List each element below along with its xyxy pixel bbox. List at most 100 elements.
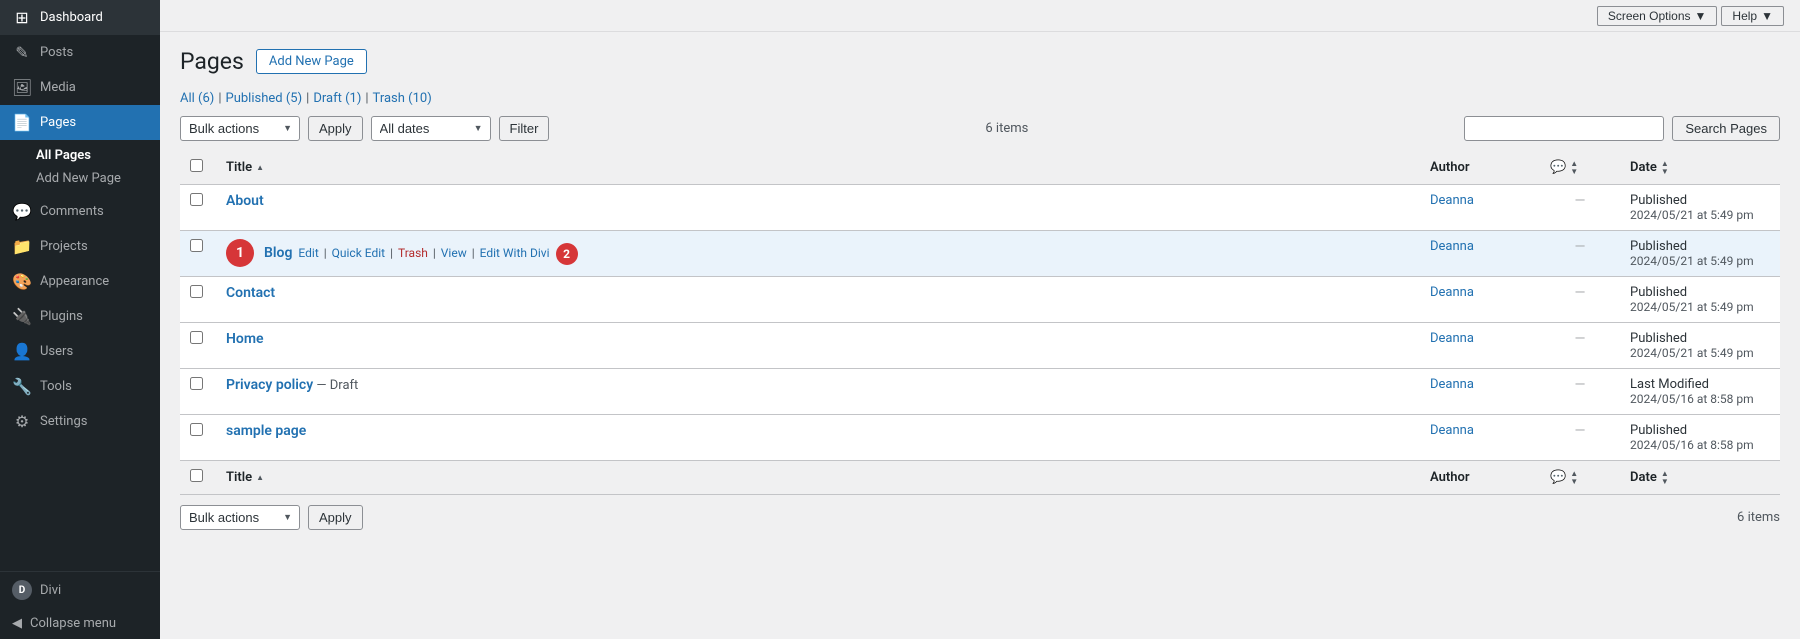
row-action-quick-edit[interactable]: Quick Edit <box>332 246 385 260</box>
row-checkbox-cell <box>180 231 216 277</box>
date-sort[interactable]: Date ▲▼ <box>1630 160 1669 176</box>
tools-icon: 🔧 <box>12 377 32 396</box>
comments-sort[interactable]: 💬 ▲▼ <box>1550 160 1578 176</box>
sidebar-item-projects[interactable]: 📁 Projects <box>0 229 160 264</box>
action-separator: | <box>430 246 439 260</box>
tf-comments[interactable]: 💬 ▲▼ <box>1540 461 1620 495</box>
sidebar-item-label: Dashboard <box>40 10 103 25</box>
row-checkbox[interactable] <box>190 193 203 206</box>
title-sort-footer[interactable]: Title ▲ <box>226 470 264 485</box>
row-author-cell: Deanna <box>1420 369 1540 415</box>
row-checkbox[interactable] <box>190 377 203 390</box>
screen-options-label: Screen Options <box>1608 9 1691 23</box>
comments-value: — <box>1575 239 1586 255</box>
all-dates-select[interactable]: All dates <box>371 116 491 141</box>
help-button[interactable]: Help ▼ <box>1721 6 1784 26</box>
page-title-link[interactable]: Blog <box>264 245 292 261</box>
row-checkbox[interactable] <box>190 423 203 436</box>
filter-button[interactable]: Filter <box>499 116 550 141</box>
th-title[interactable]: Title ▲ <box>216 151 1420 185</box>
sidebar-item-label: Pages <box>40 115 76 130</box>
sidebar-item-users[interactable]: 👤 Users <box>0 334 160 369</box>
pages-submenu: All Pages Add New Page <box>0 140 160 194</box>
filter-published[interactable]: Published (5) <box>226 91 303 106</box>
page-title-link[interactable]: sample page <box>226 423 306 439</box>
sidebar-item-label: Projects <box>40 239 88 254</box>
author-link[interactable]: Deanna <box>1430 193 1474 208</box>
bulk-actions-select[interactable]: Bulk actions <box>180 116 300 141</box>
filter-trash[interactable]: Trash (10) <box>373 91 432 106</box>
sidebar-item-tools[interactable]: 🔧 Tools <box>0 369 160 404</box>
appearance-icon: 🎨 <box>12 272 32 291</box>
collapse-menu-button[interactable]: ◀ Collapse menu <box>0 608 160 639</box>
apply-button-bottom[interactable]: Apply <box>308 505 363 530</box>
tf-date[interactable]: Date ▲▼ <box>1620 461 1780 495</box>
row-action-edit[interactable]: Edit <box>298 246 318 260</box>
row-action-view[interactable]: View <box>441 246 467 260</box>
row-comments-cell: — <box>1540 369 1620 415</box>
sidebar-item-label: Posts <box>40 45 73 60</box>
bottom-toolbar: Bulk actions Apply 6 items <box>180 505 1780 530</box>
th-date[interactable]: Date ▲▼ <box>1620 151 1780 185</box>
bulk-actions-select-bottom[interactable]: Bulk actions <box>180 505 300 530</box>
sidebar-item-settings[interactable]: ⚙ Settings <box>0 404 160 439</box>
divi-label: Divi <box>40 583 61 598</box>
screen-options-chevron-icon: ▼ <box>1695 9 1707 23</box>
sidebar-item-pages[interactable]: 📄 Pages <box>0 105 160 140</box>
filter-draft[interactable]: Draft (1) <box>313 91 361 106</box>
row-date-cell: Last Modified2024/05/16 at 8:58 pm <box>1620 369 1780 415</box>
apply-button-top[interactable]: Apply <box>308 116 363 141</box>
author-link[interactable]: Deanna <box>1430 423 1474 438</box>
sidebar-item-plugins[interactable]: 🔌 Plugins <box>0 299 160 334</box>
page-title-link[interactable]: About <box>226 193 264 209</box>
sidebar-item-media[interactable]: 🖼 Media <box>0 70 160 105</box>
sidebar-sub-all-pages[interactable]: All Pages <box>36 144 160 167</box>
row-action-edit-with-divi[interactable]: Edit With Divi <box>480 246 550 260</box>
title-sort[interactable]: Title ▲ <box>226 160 264 175</box>
page-title-link[interactable]: Privacy policy <box>226 377 313 393</box>
page-title-link[interactable]: Contact <box>226 285 275 301</box>
author-link[interactable]: Deanna <box>1430 377 1474 392</box>
date-sort-footer[interactable]: Date ▲▼ <box>1630 470 1669 486</box>
author-link[interactable]: Deanna <box>1430 331 1474 346</box>
page-title-link[interactable]: Home <box>226 331 264 347</box>
media-icon: 🖼 <box>12 78 32 97</box>
row-checkbox[interactable] <box>190 239 203 252</box>
add-new-page-button[interactable]: Add New Page <box>256 49 367 74</box>
sidebar-item-dashboard[interactable]: ⊞ Dashboard <box>0 0 160 35</box>
sidebar-item-appearance[interactable]: 🎨 Appearance <box>0 264 160 299</box>
sidebar-item-comments[interactable]: 💬 Comments <box>0 194 160 229</box>
tf-title[interactable]: Title ▲ <box>216 461 1420 495</box>
select-all-checkbox-top[interactable] <box>190 159 203 172</box>
comments-sort-icon-footer: 💬 <box>1550 470 1566 485</box>
th-comments[interactable]: 💬 ▲▼ <box>1540 151 1620 185</box>
date-status: Published <box>1630 423 1770 438</box>
date-value: 2024/05/16 at 8:58 pm <box>1630 392 1770 406</box>
filter-all[interactable]: All (6) <box>180 91 214 106</box>
pages-table: Title ▲ Author 💬 ▲▼ Date <box>180 151 1780 495</box>
row-checkbox[interactable] <box>190 285 203 298</box>
col-title-label-footer: Title <box>226 470 252 485</box>
row-action-trash[interactable]: Trash <box>398 246 428 260</box>
page-title: Pages <box>180 48 244 75</box>
th-checkbox <box>180 151 216 185</box>
row-title-cell: Contact <box>216 277 1420 323</box>
comments-sort-footer[interactable]: 💬 ▲▼ <box>1550 470 1578 486</box>
select-all-checkbox-bottom[interactable] <box>190 469 203 482</box>
row-date-cell: Published2024/05/21 at 5:49 pm <box>1620 231 1780 277</box>
search-pages-button[interactable]: Search Pages <box>1672 116 1780 141</box>
sidebar-item-divi[interactable]: D Divi <box>0 572 160 608</box>
screen-options-button[interactable]: Screen Options ▼ <box>1597 6 1718 26</box>
author-link[interactable]: Deanna <box>1430 285 1474 300</box>
row-title-cell: Home <box>216 323 1420 369</box>
search-input[interactable] <box>1464 116 1664 141</box>
comments-sort-arrows: ▲▼ <box>1570 160 1578 176</box>
col-date-label-footer: Date <box>1630 470 1657 485</box>
row-date-cell: Published2024/05/21 at 5:49 pm <box>1620 185 1780 231</box>
sidebar-sub-add-new-page[interactable]: Add New Page <box>36 167 160 190</box>
row-checkbox[interactable] <box>190 331 203 344</box>
author-link[interactable]: Deanna <box>1430 239 1474 254</box>
sidebar-footer: D Divi ◀ Collapse menu <box>0 571 160 639</box>
sidebar-item-posts[interactable]: ✎ Posts <box>0 35 160 70</box>
main-content: Screen Options ▼ Help ▼ Pages Add New Pa… <box>160 0 1800 639</box>
